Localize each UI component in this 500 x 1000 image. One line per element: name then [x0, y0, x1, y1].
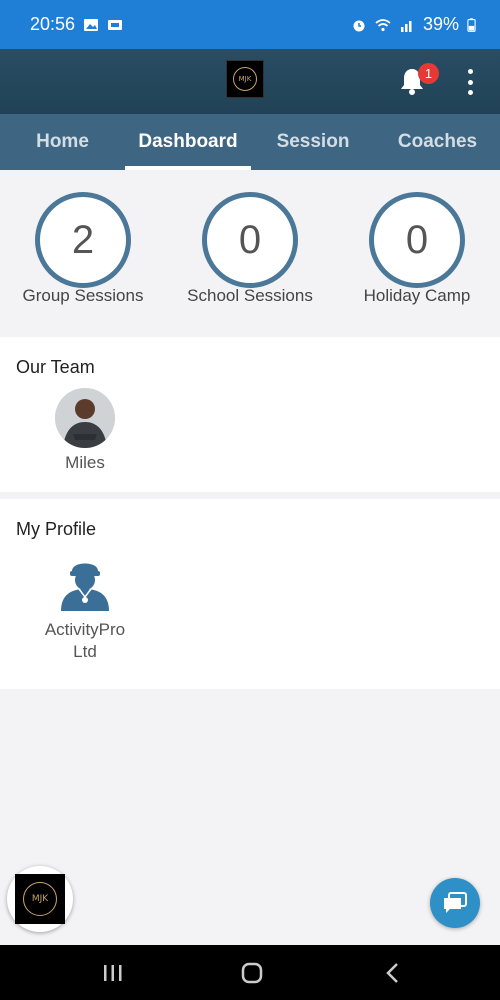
tab-session[interactable]: Session — [251, 114, 375, 170]
stat-label: Group Sessions — [22, 286, 144, 305]
stats-section: 2 Group Sessions 0 School Sessions 0 Hol… — [0, 170, 500, 337]
floating-logo-button[interactable]: MJK — [7, 866, 73, 932]
battery-icon — [467, 17, 476, 32]
stat-value: 0 — [369, 192, 465, 288]
tab-dashboard[interactable]: Dashboard — [125, 114, 251, 170]
fab-logo-text: MJK — [23, 882, 57, 916]
status-left: 20:56 — [30, 14, 123, 35]
stat-label: School Sessions — [187, 286, 313, 305]
logo-text: MJK — [233, 67, 257, 91]
team-member[interactable]: Miles — [30, 388, 140, 474]
alarm-icon — [353, 20, 365, 31]
app-header: MJK 1 — [0, 49, 500, 114]
person-photo-icon — [55, 388, 115, 448]
signal-icon — [400, 20, 412, 32]
back-icon[interactable] — [378, 959, 408, 987]
fab-logo-box: MJK — [15, 874, 65, 924]
system-nav-bar — [0, 945, 500, 1000]
tab-home[interactable]: Home — [0, 114, 125, 170]
status-time: 20:56 — [30, 14, 76, 34]
profile-entry[interactable]: ActivityPro Ltd — [30, 555, 140, 663]
tab-bar: Home Dashboard Session Coaches — [0, 114, 500, 170]
avatar — [55, 388, 115, 448]
notification-badge: 1 — [418, 63, 439, 84]
profile-name-line2: Ltd — [73, 642, 97, 661]
tab-coaches[interactable]: Coaches — [375, 114, 500, 170]
home-icon[interactable] — [237, 959, 267, 987]
member-name: Miles — [65, 453, 105, 472]
image-icon — [84, 18, 99, 31]
team-title: Our Team — [16, 357, 95, 377]
chat-button[interactable] — [430, 878, 480, 928]
stat-school-sessions[interactable]: 0 School Sessions — [167, 192, 333, 306]
screen-share-icon — [108, 19, 123, 30]
profile-card: My Profile ActivityPro Ltd — [0, 499, 500, 689]
stat-label: Holiday Camp — [363, 286, 471, 305]
coach-avatar-icon — [61, 563, 109, 611]
status-bar: 20:56 39% — [0, 0, 500, 49]
chat-icon — [444, 892, 467, 913]
status-right: 39% — [351, 14, 476, 35]
profile-title: My Profile — [16, 519, 97, 539]
app-logo: MJK — [226, 60, 264, 98]
battery-percent: 39% — [422, 14, 459, 34]
recent-apps-icon[interactable] — [98, 959, 128, 987]
stat-holiday-camp[interactable]: 0 Holiday Camp — [334, 192, 500, 306]
team-card: Our Team Miles — [0, 337, 500, 492]
stat-value: 2 — [35, 192, 131, 288]
stat-value: 0 — [202, 192, 298, 288]
more-options-icon[interactable] — [462, 69, 478, 95]
profile-name-line1: ActivityPro — [44, 620, 126, 639]
wifi-icon — [375, 18, 391, 31]
stat-group-sessions[interactable]: 2 Group Sessions — [0, 192, 166, 306]
